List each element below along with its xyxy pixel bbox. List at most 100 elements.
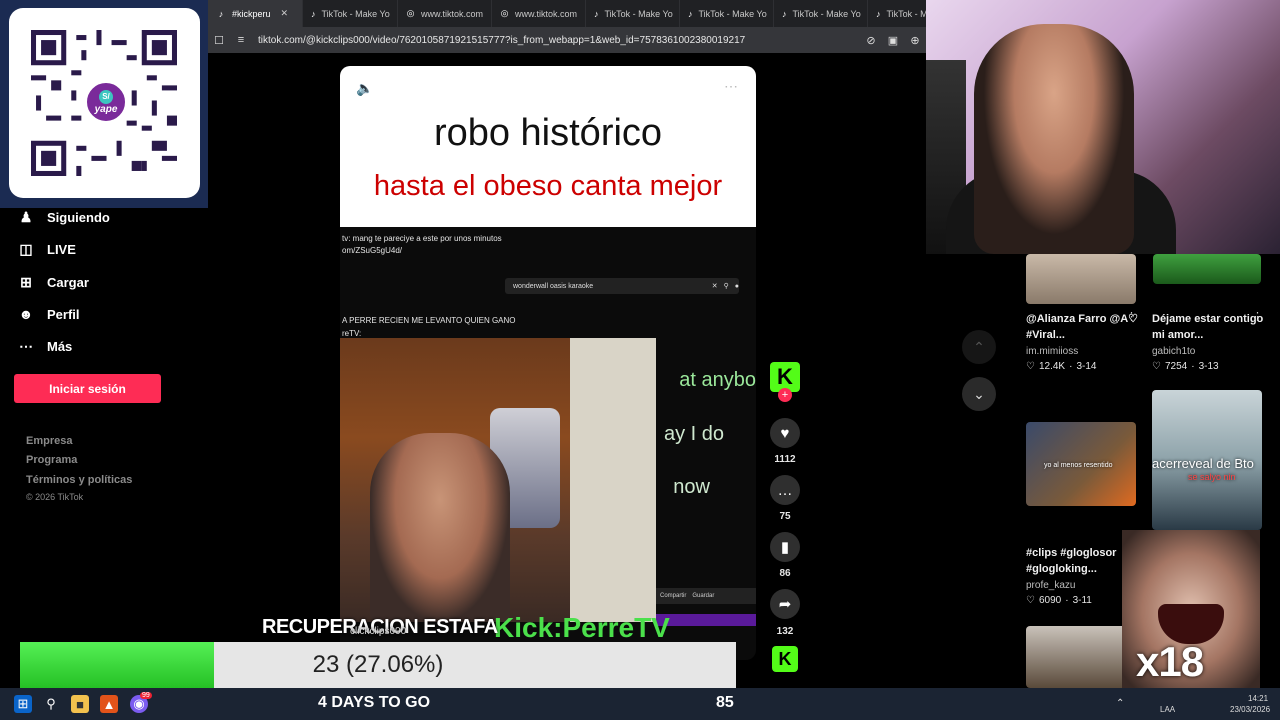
recommended-thumbnail[interactable] (1026, 254, 1136, 304)
footer-link-company[interactable]: Empresa (26, 435, 72, 447)
streamer-tag: Kick:PerreTV (494, 612, 670, 643)
laughing-meme-overlay: x18 (1122, 530, 1260, 690)
like-count: 1112 (774, 454, 796, 465)
chevron-up-icon: ⌃ (973, 338, 985, 355)
recommended-thumbnail[interactable]: acerreveal de Bto se salyo nin (1152, 390, 1262, 530)
language-indicator[interactable]: LAA (1160, 705, 1175, 714)
caption-title: robo histórico (433, 112, 663, 154)
follow-plus-icon[interactable]: + (778, 388, 792, 402)
recommended-stats: ♡ 12.4K · 3-14 (1026, 361, 1096, 372)
recommended-author[interactable]: gabich1to (1152, 346, 1195, 357)
recommended-date: 3-13 (1198, 361, 1219, 372)
url-field[interactable]: tiktok.com/@kickclips000/video/762010587… (252, 35, 860, 46)
sidebar-item-upload[interactable]: ⊞ Cargar (18, 274, 89, 290)
comment-icon: … (777, 481, 793, 499)
heart-outline-icon: ♡ (1026, 595, 1035, 606)
browser-tab[interactable]: ◎ www.tiktok.com (398, 0, 492, 27)
bookmark-icon[interactable]: ☐ (208, 34, 230, 47)
login-button[interactable]: Iniciar sesión (14, 374, 161, 403)
browser-tab[interactable]: ♪ TikTok - Make Yo (586, 0, 680, 27)
camera-wall (570, 338, 656, 622)
heart-icon: ♥ (780, 424, 790, 442)
video-player[interactable]: robo histórico hasta el obeso canta mejo… (340, 66, 756, 660)
heart-outline-icon: ♡ (1026, 361, 1035, 372)
reader-mode-icon[interactable]: ▣ (882, 34, 904, 47)
comment-button[interactable]: … (770, 475, 800, 505)
recommended-likes: 6090 (1038, 595, 1062, 606)
footer-link-terms[interactable]: Términos y políticas (26, 474, 132, 486)
sidebar-item-label: Cargar (47, 274, 89, 290)
browser-tab[interactable]: ♪ TikTok - Make (868, 0, 928, 27)
chevron-up-icon[interactable]: ⌃ (1116, 698, 1124, 709)
sidebar-item-following[interactable]: ♟ Siguiendo (18, 209, 110, 225)
globe-icon: ◎ (500, 8, 509, 18)
brave-browser-icon[interactable]: ▲ (100, 695, 118, 713)
sidebar-item-label: LIVE (47, 241, 76, 257)
separator-dot: · (1191, 361, 1195, 372)
lyric-line: ay I do (663, 423, 724, 445)
browser-tab[interactable]: ◎ www.tiktok.com (492, 0, 586, 27)
shields-icon[interactable]: ⊘ (860, 34, 882, 47)
close-tab-icon[interactable]: ✕ (281, 8, 289, 19)
browser-tab-label: TikTok - Make Yo (792, 8, 861, 19)
qr-code-card: S/ yape (9, 8, 200, 198)
sidebar-item-label: Perfil (47, 306, 80, 322)
tiktok-icon: ♪ (688, 8, 693, 19)
volume-icon[interactable]: 🔈 (356, 80, 373, 97)
screen: { "browser": { "tabs": [ {"label": "#kic… (0, 0, 1280, 720)
tiktok-icon: ♪ (311, 8, 316, 19)
share-count: 132 (776, 626, 794, 637)
inner-search-bar: wonderwall oasis karaoke ✕ ⚲ ● (505, 278, 739, 294)
file-explorer-icon[interactable]: ■ (71, 695, 89, 713)
notification-badge: 99 (140, 692, 152, 699)
overlay-username: clickclips000 (350, 626, 407, 637)
address-bar: ☐ ≡ tiktok.com/@kickclips000/video/76201… (208, 27, 926, 53)
recommended-thumbnail[interactable] (1026, 626, 1136, 688)
more-options-icon[interactable]: ⋯ (724, 78, 740, 95)
previous-video-button[interactable]: ⌃ (962, 330, 996, 364)
thumbnail-caption: acerreveal de Bto (1152, 456, 1254, 471)
site-settings-icon[interactable]: ≡ (230, 34, 252, 46)
profile-icon: ☻ (18, 306, 34, 322)
caption-subtitle: hasta el obeso canta mejor (373, 170, 723, 202)
recommended-author[interactable]: profe_kazu (1026, 580, 1075, 591)
sidebar-item-more[interactable]: ⋯ Más (18, 338, 72, 354)
browser-tab-label: TikTok - Make Yo (604, 8, 673, 19)
recommended-author[interactable]: im.mimiioss (1026, 346, 1078, 357)
sidebar-item-live[interactable]: ◫ LIVE (18, 241, 76, 257)
browser-tab[interactable]: ♪ TikTok - Make Yo (774, 0, 868, 27)
close-icon: ✕ (711, 283, 718, 290)
thumbnail-caption: se salyo nin (1188, 472, 1236, 482)
like-button[interactable]: ♥ (770, 418, 800, 448)
donation-goal-value: 23 (27.06%) (312, 651, 444, 678)
more-icon: ⋯ (19, 337, 33, 354)
footer-link-program[interactable]: Programa (26, 454, 77, 466)
clock-date[interactable]: 23/03/2026 (1230, 705, 1270, 714)
video-caption-box: robo histórico hasta el obeso canta mejo… (340, 66, 756, 227)
chevron-down-icon: ⌄ (973, 385, 985, 402)
save-button[interactable]: ▮ (770, 532, 800, 562)
share-button[interactable]: ➦ (770, 589, 800, 619)
recommended-likes: 7254 (1164, 361, 1188, 372)
more-options-icon[interactable]: ⋮ (1126, 310, 1137, 323)
windows-start-icon[interactable]: ⊞ (14, 695, 32, 713)
sidebar-item-profile[interactable]: ☻ Perfil (18, 306, 80, 322)
recommended-thumbnail[interactable]: yo al menos resentido (1026, 422, 1136, 506)
globe-icon: ◎ (406, 8, 415, 18)
recommended-title[interactable]: Déjame estar contigo mi amor... (1152, 311, 1264, 343)
browser-tab[interactable]: ♪ #kickperu ✕ (208, 0, 303, 27)
more-options-icon[interactable]: ⋮ (1252, 310, 1263, 323)
chat-line: A PERRE RECIEN ME LEVANTO QUIEN GANO (342, 316, 516, 325)
clock-time[interactable]: 14:21 (1248, 694, 1268, 703)
next-video-button[interactable]: ⌄ (962, 377, 996, 411)
recommended-date: 3-11 (1072, 595, 1092, 606)
zoom-icon[interactable]: ⊕ (904, 34, 926, 47)
browser-tab[interactable]: ♪ TikTok - Make Yo (303, 0, 398, 27)
recommended-title[interactable]: @Alianza Farro @A♡ #Viral... (1026, 311, 1138, 343)
sidebar-item-label: Siguiendo (47, 209, 110, 225)
recommended-date: 3-14 (1076, 361, 1097, 372)
browser-tab[interactable]: ♪ TikTok - Make Yo (680, 0, 774, 27)
recommended-thumbnail[interactable] (1153, 254, 1261, 284)
search-icon[interactable]: ⚲ (42, 695, 60, 713)
browser-tab-label: TikTok - Make Yo (698, 8, 767, 19)
